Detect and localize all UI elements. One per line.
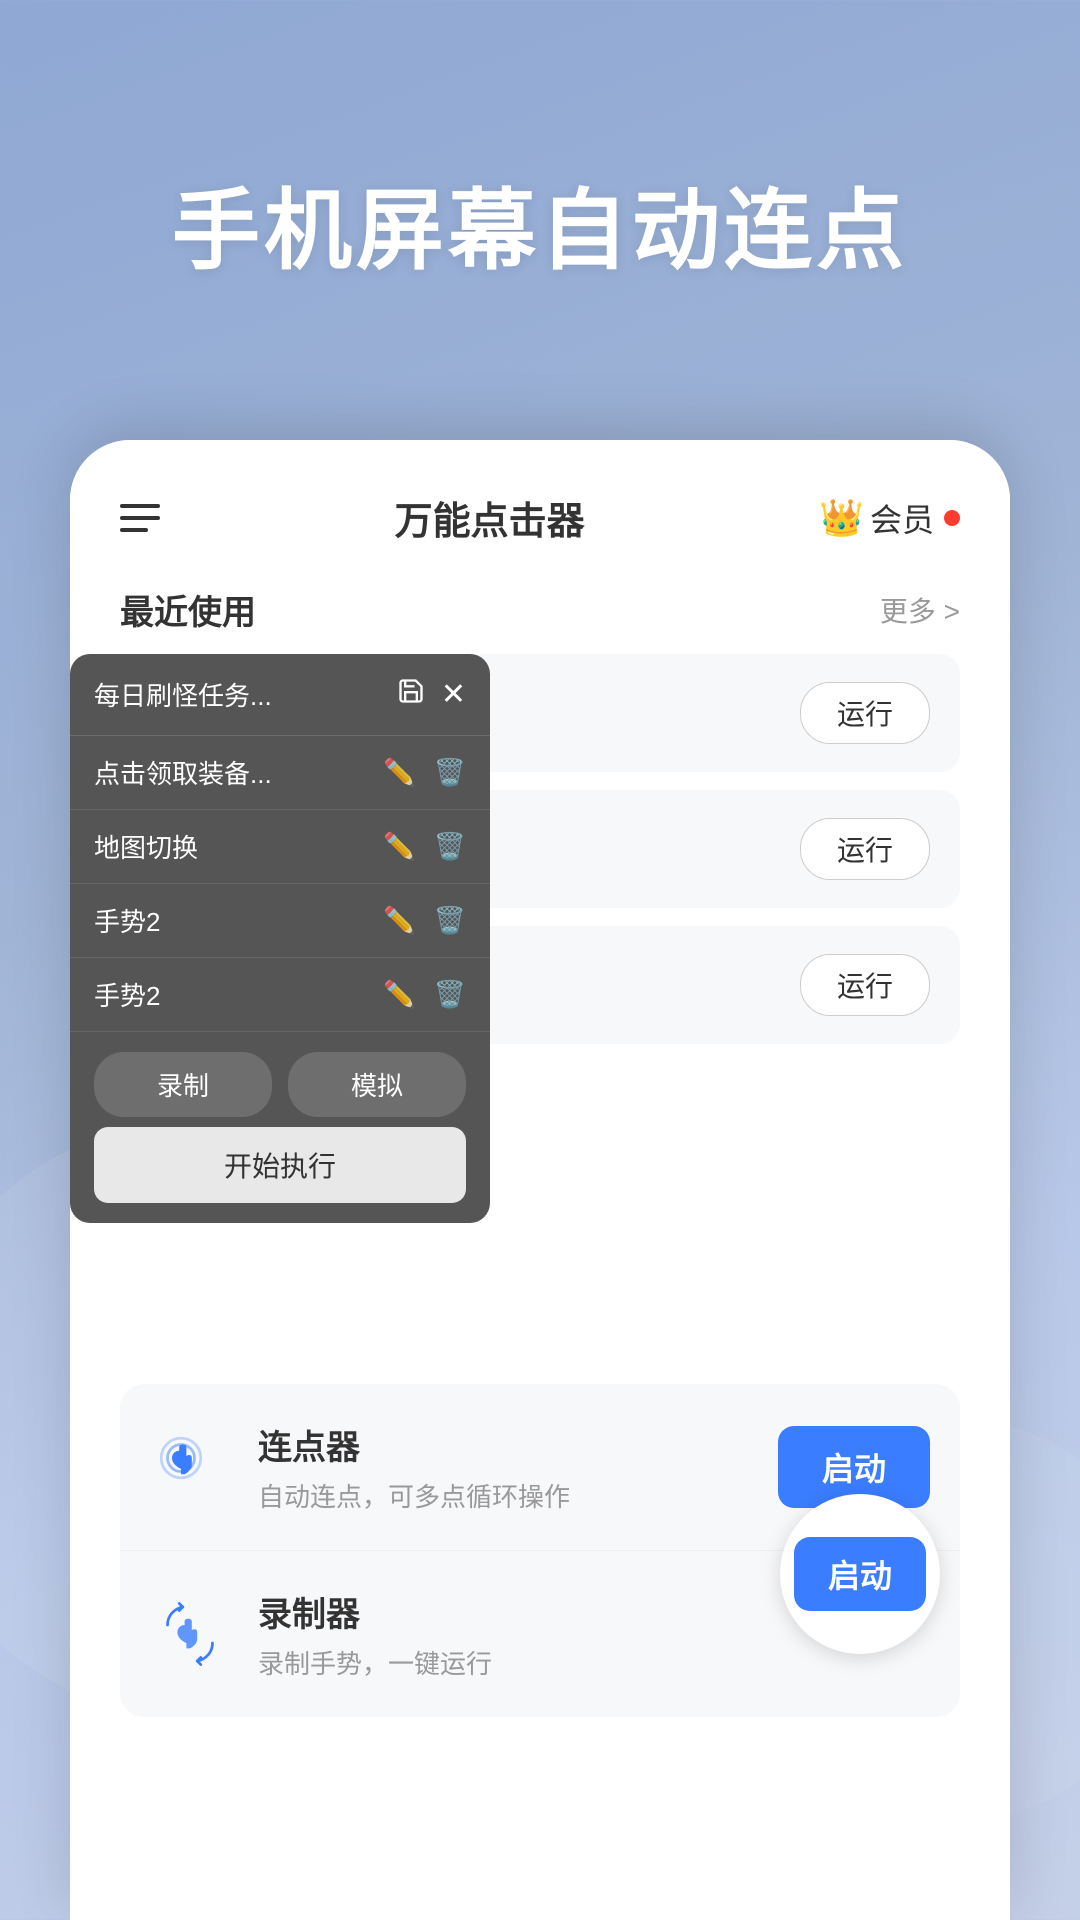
app-title: 万能点击器 xyxy=(395,490,585,545)
tap-icon xyxy=(154,1431,226,1503)
popup-item-name-3: 手势2 xyxy=(94,902,383,939)
popup-item-4-actions: ✏️ 🗑️ xyxy=(383,979,466,1010)
popup-item-name-2: 地图切换 xyxy=(94,828,383,865)
popup-item-name-1: 点击领取装备... xyxy=(94,754,383,791)
popup-item-3-actions: ✏️ 🗑️ xyxy=(383,905,466,936)
popup-item-1: 点击领取装备... ✏️ 🗑️ xyxy=(70,736,490,810)
clicker-desc: 自动连点，可多点循环操作 xyxy=(258,1477,778,1514)
run-button-1[interactable]: 运行 xyxy=(800,682,930,744)
edit-icon-3[interactable]: ✏️ xyxy=(383,905,415,936)
record-button[interactable]: 录制 xyxy=(94,1052,272,1117)
record-icon xyxy=(154,1598,226,1670)
save-icon[interactable] xyxy=(397,677,425,713)
menu-icon[interactable] xyxy=(120,504,160,532)
vip-dot xyxy=(944,510,960,526)
run-button-3[interactable]: 运行 xyxy=(800,954,930,1016)
vip-label: 会员 xyxy=(870,495,934,541)
popup-item-4: 手势2 ✏️ 🗑️ xyxy=(70,958,490,1032)
recorder-name: 录制器 xyxy=(258,1587,770,1636)
recorder-desc: 录制手势，一键运行 xyxy=(258,1644,770,1681)
popup-menu: 每日刷怪任务... ✕ 点击领取装备... ✏️ 🗑️ xyxy=(70,654,490,1223)
hero-title: 手机屏幕自动连点 xyxy=(0,160,1080,287)
recorder-icon-wrap xyxy=(150,1594,230,1674)
clicker-text: 连点器 自动连点，可多点循环操作 xyxy=(258,1420,778,1514)
delete-icon-2[interactable]: 🗑️ xyxy=(434,831,466,862)
delete-icon-4[interactable]: 🗑️ xyxy=(434,979,466,1010)
popup-item-name-4: 手势2 xyxy=(94,976,383,1013)
popup-item-1-actions: ✏️ 🗑️ xyxy=(383,757,466,788)
clicker-icon-wrap xyxy=(150,1427,230,1507)
popup-top-bar: 每日刷怪任务... ✕ xyxy=(70,654,490,736)
phone-card: 万能点击器 👑 会员 最近使用 更多 > 金币任务脚本1 运行 日常副本挂机 运… xyxy=(70,440,1010,1920)
popup-item-3: 手势2 ✏️ 🗑️ xyxy=(70,884,490,958)
popup-top-title: 每日刷怪任务... xyxy=(94,676,397,713)
popup-item-2: 地图切换 ✏️ 🗑️ xyxy=(70,810,490,884)
crown-icon: 👑 xyxy=(819,497,864,539)
edit-icon-1[interactable]: ✏️ xyxy=(383,757,415,788)
execute-button[interactable]: 开始执行 xyxy=(94,1127,466,1203)
script-list: 金币任务脚本1 运行 日常副本挂机 运行 自动循环操作2 运行 每日刷怪任务..… xyxy=(70,654,1010,1044)
edit-icon-2[interactable]: ✏️ xyxy=(383,831,415,862)
app-header: 万能点击器 👑 会员 xyxy=(70,440,1010,575)
simulate-button[interactable]: 模拟 xyxy=(288,1052,466,1117)
more-link[interactable]: 更多 > xyxy=(880,590,960,630)
run-button-2[interactable]: 运行 xyxy=(800,818,930,880)
feature-item-recorder: 录制器 录制手势，一键运行 启动 xyxy=(120,1551,960,1717)
vip-badge[interactable]: 👑 会员 xyxy=(819,495,960,541)
delete-icon-3[interactable]: 🗑️ xyxy=(434,905,466,936)
close-icon[interactable]: ✕ xyxy=(441,677,466,712)
floating-circle: 启动 xyxy=(780,1494,940,1654)
section-header: 最近使用 更多 > xyxy=(70,575,1010,654)
popup-action-buttons: 录制 模拟 xyxy=(70,1032,490,1127)
clicker-name: 连点器 xyxy=(258,1420,778,1469)
delete-icon-1[interactable]: 🗑️ xyxy=(434,757,466,788)
popup-item-2-actions: ✏️ 🗑️ xyxy=(383,831,466,862)
edit-icon-4[interactable]: ✏️ xyxy=(383,979,415,1010)
recent-section-title: 最近使用 xyxy=(120,585,256,634)
feature-section: 连点器 自动连点，可多点循环操作 启动 录制器 录制手势，一键 xyxy=(120,1384,960,1717)
recorder-start-button[interactable]: 启动 xyxy=(794,1537,926,1611)
recorder-btn-area: 启动 xyxy=(770,1594,930,1674)
recorder-text: 录制器 录制手势，一键运行 xyxy=(258,1587,770,1681)
